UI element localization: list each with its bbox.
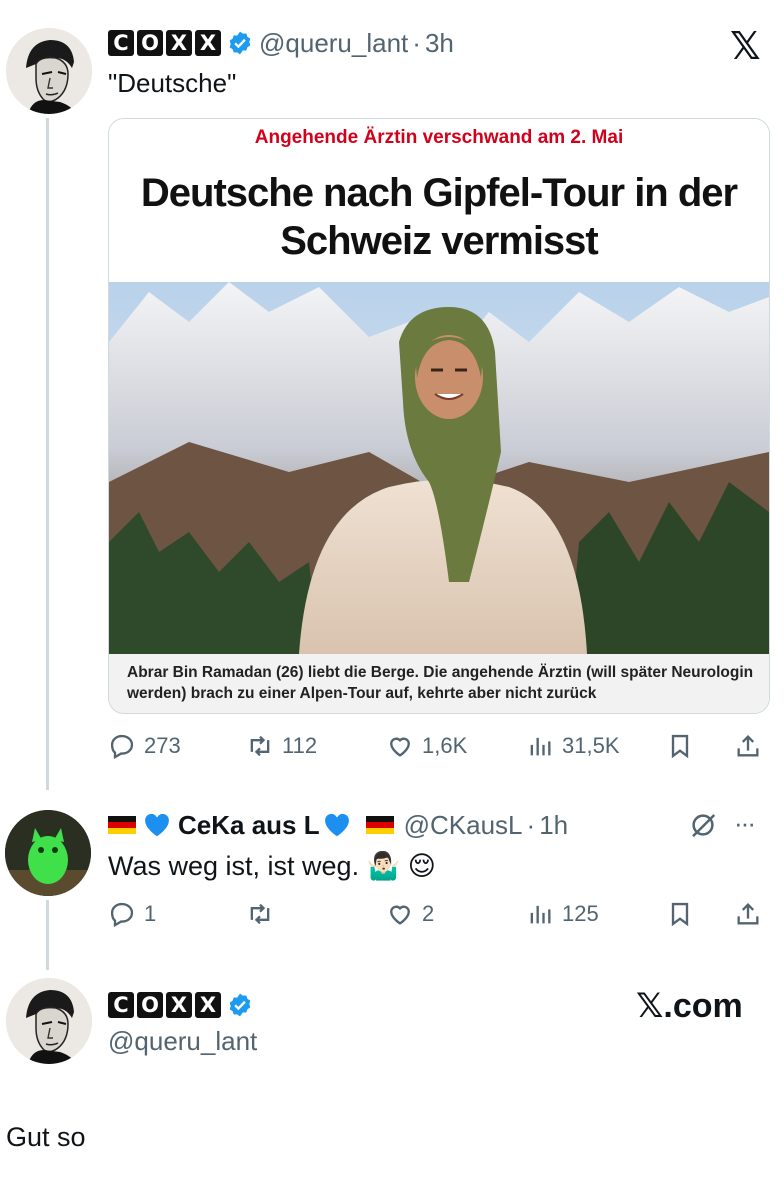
handle[interactable]: @queru_lant bbox=[259, 28, 408, 59]
headline-line: Schweiz vermisst bbox=[280, 219, 599, 263]
bookmark-icon bbox=[671, 734, 689, 759]
x-logo-icon[interactable]: 𝕏 bbox=[730, 24, 761, 69]
article-kicker: Angehende Ärztin verschwand am 2. Mai bbox=[254, 127, 624, 148]
logo-letter: C bbox=[108, 992, 134, 1018]
tweet-text: "Deutsche" bbox=[108, 68, 237, 98]
avatar[interactable] bbox=[6, 978, 92, 1064]
reply-count: 1 bbox=[144, 901, 157, 926]
tweet1-actions: 273 112 1,6K 31,5K bbox=[108, 728, 768, 764]
tweet1-header: C O X X @queru_lant · 3h bbox=[108, 28, 454, 58]
blue-heart-icon bbox=[145, 813, 169, 837]
coxx-logo[interactable]: C O X X bbox=[108, 992, 221, 1018]
logo-letter: O bbox=[137, 992, 163, 1018]
tweet2-header: CeKa aus L @CKausL · 1h bbox=[108, 808, 568, 842]
footer-text: Gut so bbox=[6, 1122, 86, 1152]
avatar[interactable] bbox=[6, 28, 92, 114]
logo-letter: O bbox=[137, 30, 163, 56]
repost-button[interactable]: 112 bbox=[246, 732, 317, 760]
views-icon bbox=[530, 737, 551, 756]
article-caption: Abrar Bin Ramadan (26) liebt die Berge. … bbox=[127, 664, 754, 702]
headline-box: Angehende Ärztin verschwand am 2. Mai De… bbox=[109, 119, 769, 281]
coxx-logo[interactable]: C O X X bbox=[108, 30, 221, 56]
emoji: 🤷🏻‍♂️ 😌 bbox=[366, 851, 436, 881]
reply-text: Was weg ist, ist weg. bbox=[108, 851, 360, 881]
grok-icon[interactable] bbox=[688, 810, 718, 840]
verified-badge-icon bbox=[229, 993, 251, 1017]
like-icon bbox=[390, 737, 410, 757]
logo-letter: X bbox=[166, 992, 192, 1018]
repost-button[interactable] bbox=[246, 900, 282, 928]
views-count: 125 bbox=[562, 901, 599, 926]
share-button[interactable] bbox=[734, 732, 762, 760]
handle[interactable]: @queru_lant bbox=[108, 1026, 257, 1057]
share-icon bbox=[737, 903, 759, 925]
verified-badge-icon bbox=[229, 31, 251, 55]
tweet2-actions: 1 2 125 bbox=[108, 896, 768, 932]
reply-button[interactable]: 273 bbox=[108, 732, 181, 760]
like-button[interactable]: 1,6K bbox=[386, 732, 467, 760]
more-options-button[interactable]: ··· bbox=[734, 808, 756, 839]
headline-line: Deutsche nach Gipfel-Tour in der bbox=[140, 171, 738, 215]
share-button[interactable] bbox=[734, 900, 762, 928]
views-button[interactable]: 125 bbox=[526, 900, 599, 928]
avatar[interactable] bbox=[5, 810, 91, 896]
repost-count: 112 bbox=[282, 733, 318, 758]
reply-count: 273 bbox=[144, 733, 181, 758]
news-card[interactable]: Angehende Ärztin verschwand am 2. Mai De… bbox=[108, 118, 770, 714]
logo-letter: X bbox=[195, 30, 221, 56]
views-icon bbox=[530, 905, 551, 924]
x-com-brand: 𝕏.com bbox=[636, 987, 743, 1025]
bookmark-button[interactable] bbox=[666, 732, 694, 760]
repost-icon bbox=[250, 903, 270, 925]
timestamp[interactable]: 3h bbox=[425, 28, 454, 59]
bookmark-icon bbox=[671, 902, 689, 927]
logo-letter: X bbox=[195, 992, 221, 1018]
views-count: 31,5K bbox=[562, 733, 620, 758]
german-flag-icon bbox=[365, 816, 394, 834]
display-name[interactable]: CeKa aus L bbox=[178, 810, 320, 841]
like-button[interactable]: 2 bbox=[386, 900, 434, 928]
article-headline: Deutsche nach Gipfel-Tour in der Schweiz… bbox=[109, 169, 769, 265]
thread-line-2 bbox=[46, 900, 49, 970]
separator-dot: · bbox=[412, 27, 421, 58]
repost-icon bbox=[250, 735, 270, 757]
german-flag-icon bbox=[108, 816, 136, 834]
thread-line-1 bbox=[46, 118, 49, 790]
caption-box: Abrar Bin Ramadan (26) liebt die Berge. … bbox=[109, 654, 769, 713]
bookmark-button[interactable] bbox=[666, 900, 694, 928]
reply-icon bbox=[110, 734, 134, 760]
tweet3-header: C O X X bbox=[108, 990, 253, 1020]
reply-button[interactable]: 1 bbox=[108, 900, 156, 928]
like-icon bbox=[390, 905, 410, 925]
views-button[interactable]: 31,5K bbox=[526, 732, 620, 760]
separator-dot: · bbox=[526, 809, 536, 840]
like-count: 2 bbox=[422, 901, 435, 926]
article-photo bbox=[109, 282, 769, 654]
logo-letter: C bbox=[108, 30, 134, 56]
timestamp[interactable]: 1h bbox=[539, 810, 568, 841]
tweet-text: Was weg ist, ist weg. 🤷🏻‍♂️ 😌 bbox=[108, 850, 436, 882]
reply-icon bbox=[110, 902, 134, 928]
like-count: 1,6K bbox=[422, 733, 468, 758]
blue-heart-icon bbox=[324, 813, 349, 837]
share-icon bbox=[737, 735, 759, 757]
logo-letter: X bbox=[166, 30, 192, 56]
handle[interactable]: @CKausL bbox=[404, 810, 523, 841]
